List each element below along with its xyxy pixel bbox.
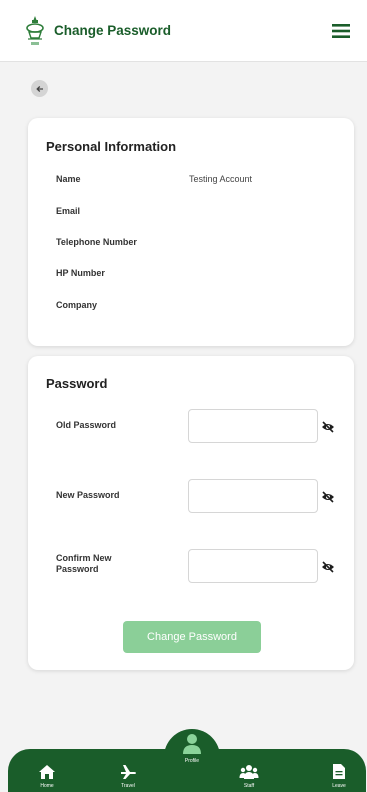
nav-label-staff: Staff <box>243 783 255 789</box>
change-password-button[interactable]: Change Password <box>123 621 261 653</box>
hp-number-label: HP Number <box>56 268 105 278</box>
page-title: Change Password <box>54 23 172 38</box>
name-label: Name <box>56 174 81 184</box>
password-card: Password Old Password New Password Confi… <box>28 356 354 670</box>
eye-slash-icon[interactable] <box>321 490 335 503</box>
nav-item-leave[interactable]: Leave <box>322 749 356 792</box>
eye-slash-icon[interactable] <box>321 420 335 433</box>
tower-logo-icon <box>22 13 48 49</box>
old-password-input[interactable] <box>188 409 318 443</box>
telephone-number-label: Telephone Number <box>56 237 137 247</box>
personal-information-title: Personal Information <box>46 139 177 154</box>
user-icon <box>183 734 201 754</box>
eye-slash-icon[interactable] <box>321 560 335 573</box>
email-label: Email <box>56 206 81 216</box>
old-password-label: Old Password <box>56 420 117 430</box>
back-button[interactable] <box>31 80 48 97</box>
nav-label-profile: Profile <box>184 758 200 764</box>
confirm-new-password-input[interactable] <box>188 549 318 583</box>
app-header: Change Password <box>0 0 367 62</box>
password-title: Password <box>46 376 108 391</box>
nav-item-home[interactable]: Home <box>30 749 64 792</box>
home-icon <box>39 765 55 779</box>
company-label: Company <box>56 300 98 310</box>
hamburger-menu-icon[interactable] <box>329 19 353 43</box>
nav-label-travel: Travel <box>121 783 135 789</box>
nav-item-travel[interactable]: Travel <box>108 749 148 792</box>
personal-information-card: Personal Information Name Testing Accoun… <box>28 118 354 346</box>
arrow-left-icon <box>35 85 43 92</box>
nav-label-leave: Leave <box>332 783 346 789</box>
nav-item-staff[interactable]: Staff <box>232 749 266 792</box>
new-password-input[interactable] <box>188 479 318 513</box>
document-icon <box>333 764 345 779</box>
confirm-new-password-label: Confirm New Password <box>56 553 112 574</box>
nav-label-home: Home <box>40 783 54 789</box>
group-icon <box>239 765 259 779</box>
airplane-icon <box>121 765 136 779</box>
new-password-label: New Password <box>56 490 120 500</box>
nav-item-profile[interactable]: Profile <box>173 733 211 779</box>
name-value: Testing Account <box>189 174 253 184</box>
